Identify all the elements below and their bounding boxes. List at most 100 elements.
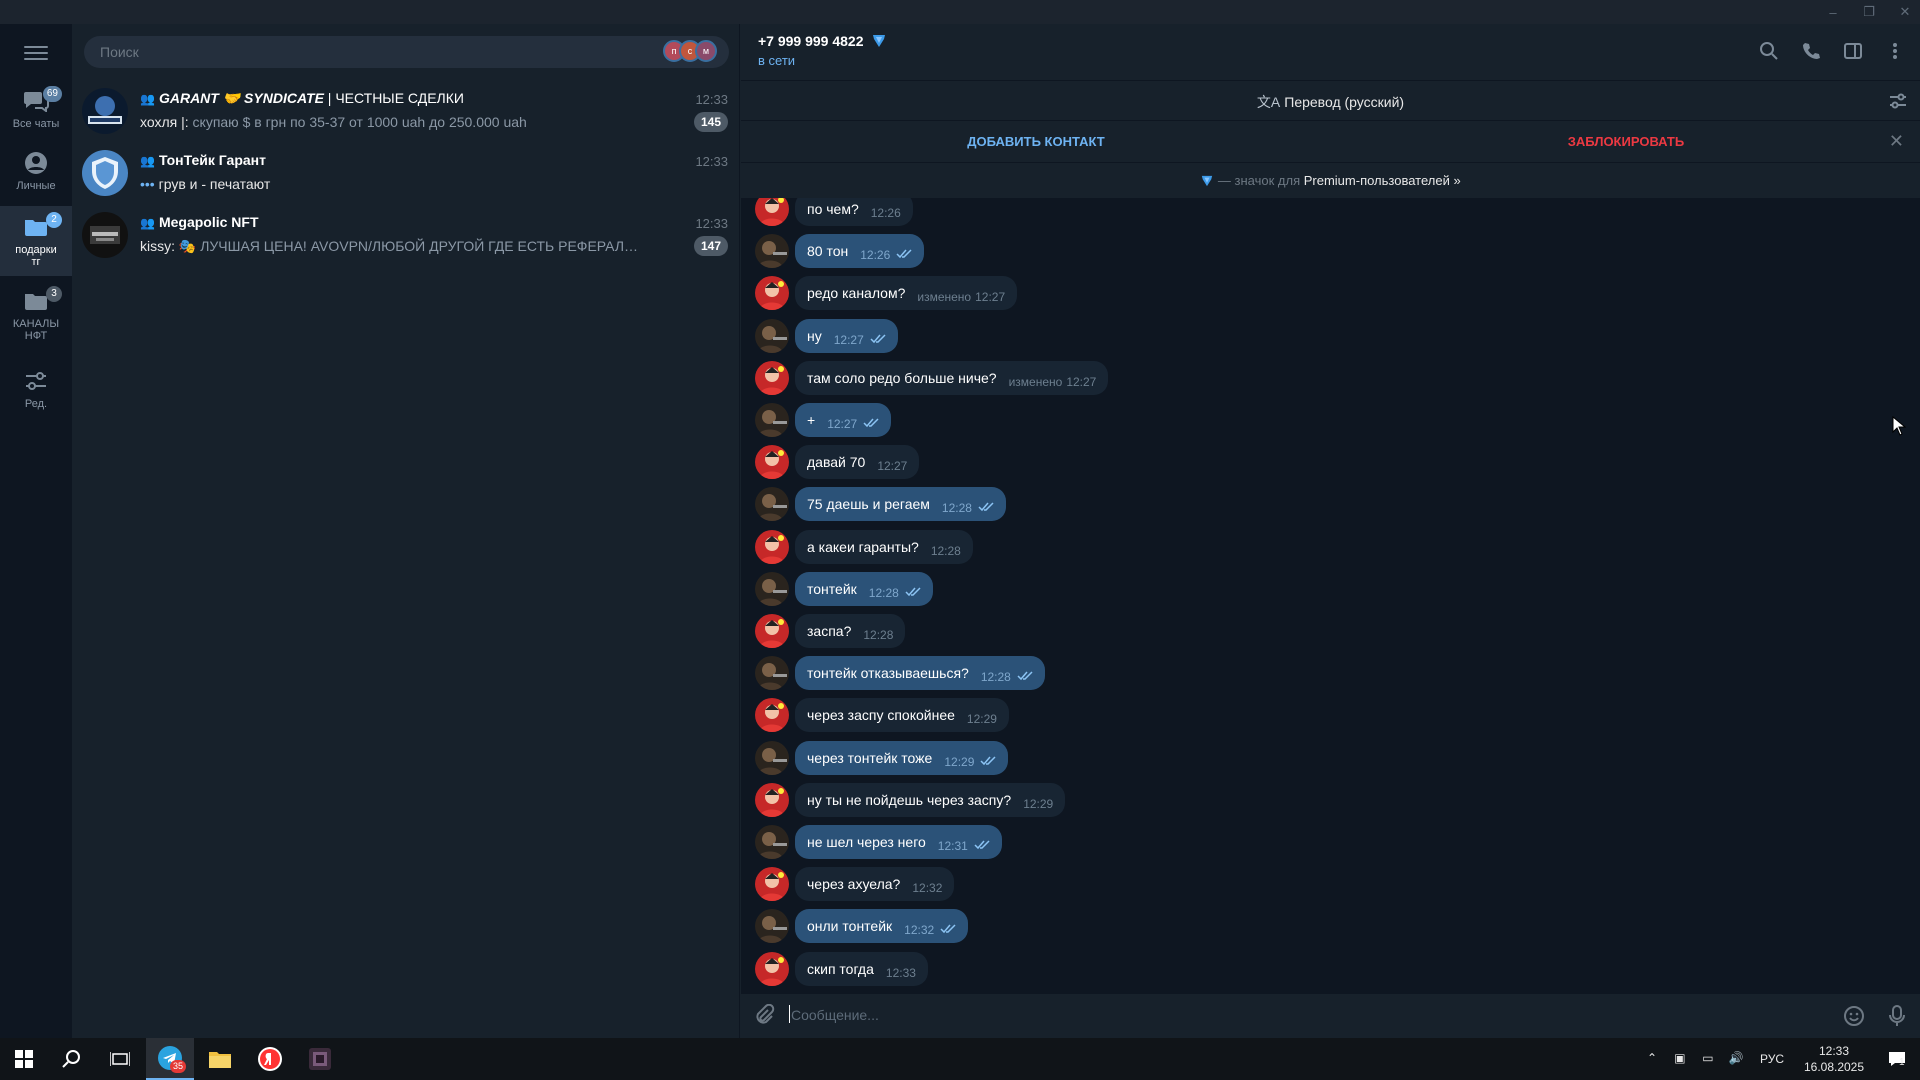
- translate-settings-icon[interactable]: [1888, 91, 1908, 111]
- folder-nft-channels[interactable]: 3 КАНАЛЫ НФТ: [0, 282, 72, 352]
- add-contact-button[interactable]: ДОБАВИТЬ КОНТАКТ: [741, 134, 1331, 149]
- attach-icon[interactable]: [753, 1003, 775, 1026]
- peer-avatar[interactable]: [755, 198, 789, 226]
- meet-now-icon[interactable]: ▣: [1669, 1051, 1691, 1067]
- microphone-icon[interactable]: [1886, 1004, 1908, 1028]
- chat-avatar: [82, 88, 128, 134]
- message-bubble[interactable]: через заспу спокойнее 12:29: [795, 698, 1009, 733]
- message-bubble[interactable]: а какеи гаранты? 12:28: [795, 529, 973, 564]
- message-text: там соло редо больше ниче?: [807, 369, 997, 386]
- message-bubble[interactable]: через тонтейк тоже 12:29: [795, 740, 1009, 775]
- peer-avatar[interactable]: [755, 698, 789, 733]
- message-bubble[interactable]: +12:27: [795, 403, 892, 437]
- read-checkmarks-icon: [863, 417, 879, 431]
- own-avatar[interactable]: [755, 656, 789, 691]
- message-time: 12:32: [904, 923, 935, 938]
- search-icon[interactable]: [1758, 40, 1780, 62]
- peer-avatar[interactable]: [755, 782, 789, 817]
- folder-edit[interactable]: Ред.: [0, 364, 72, 414]
- clock[interactable]: 12:33 16.08.2025: [1794, 1043, 1874, 1075]
- peer-avatar[interactable]: [755, 445, 789, 480]
- message-bubble[interactable]: по чем? 12:26: [795, 198, 913, 226]
- system-tray: ⌃ ▣ ▭ 🔊 РУС 12:33 16.08.2025 1: [1638, 1038, 1920, 1080]
- emoji-icon[interactable]: [1842, 1004, 1866, 1028]
- translate-button[interactable]: 文A Перевод (русский): [741, 92, 1920, 112]
- phone-icon[interactable]: [1800, 40, 1822, 62]
- message-bubble[interactable]: заспа? 12:28: [795, 614, 906, 648]
- message-bubble[interactable]: скип тогда 12:33: [795, 951, 928, 986]
- message-bubble[interactable]: ну 12:27: [795, 318, 898, 353]
- chevron-up-icon[interactable]: ⌃: [1641, 1051, 1663, 1067]
- message-bubble[interactable]: 75 даешь и регаем 12:28: [795, 487, 1006, 522]
- start-button[interactable]: [0, 1038, 48, 1080]
- minimize-button[interactable]: –: [1826, 5, 1840, 20]
- message-bubble[interactable]: через ахуела? 12:32: [795, 867, 955, 902]
- chat-time: 12:33: [695, 92, 728, 107]
- story-avatar[interactable]: м: [695, 40, 717, 62]
- taskbar-search-button[interactable]: [48, 1038, 96, 1080]
- premium-link[interactable]: Premium-пользователей »: [1304, 173, 1461, 188]
- task-view-icon: [110, 1052, 130, 1066]
- message-bubble[interactable]: онли тонтейк 12:32: [795, 909, 969, 944]
- more-vertical-icon[interactable]: [1884, 40, 1906, 62]
- maximize-button[interactable]: ❐: [1862, 4, 1876, 20]
- message-input[interactable]: Сообщение...: [791, 1007, 879, 1023]
- message-bubble[interactable]: ну ты не пойдешь через заспу? 12:29: [795, 782, 1066, 817]
- message-bubble[interactable]: не шел через него 12:31: [795, 825, 1002, 859]
- taskbar-telegram[interactable]: 35: [146, 1038, 194, 1080]
- sidebar-toggle-icon[interactable]: [1842, 40, 1864, 62]
- taskbar-explorer[interactable]: [196, 1038, 244, 1080]
- message-bubble[interactable]: там соло редо больше ниче? изменено 12:27: [795, 360, 1109, 395]
- preview-sender: хохля |:: [140, 114, 189, 130]
- taskbar-game-app[interactable]: [296, 1038, 344, 1080]
- close-icon[interactable]: ✕: [1889, 131, 1904, 152]
- read-checkmarks-icon: [974, 839, 990, 853]
- folder-all-chats[interactable]: 69 Все чаты: [0, 82, 72, 138]
- peer-avatar[interactable]: [755, 867, 789, 902]
- volume-icon[interactable]: 🔊: [1725, 1051, 1747, 1067]
- message-list[interactable]: по чем? 12:26 80 тон 12:26 редо каналом? изме…: [741, 198, 1920, 988]
- own-avatar[interactable]: [755, 318, 789, 353]
- chat-item[interactable]: 👥 Megapolic NFT 12:33 kissy: 🎭 ЛУЧШАЯ ЦЕН…: [72, 206, 740, 268]
- peer-avatar[interactable]: [755, 529, 789, 564]
- chat-title: 👥 GARANT 🤝 SYNDICATE | ЧЕСТНЫЕ СДЕЛКИ: [140, 90, 464, 107]
- own-avatar[interactable]: [755, 571, 789, 606]
- folder-personal[interactable]: Личные: [0, 144, 72, 200]
- own-avatar[interactable]: [755, 825, 789, 859]
- message-bubble[interactable]: тонтейк отказываешься? 12:28: [795, 656, 1045, 691]
- own-avatar[interactable]: [755, 740, 789, 775]
- input-language[interactable]: РУС: [1760, 1052, 1784, 1066]
- chat-item[interactable]: 👥 GARANT 🤝 SYNDICATE | ЧЕСТНЫЕ СДЕЛКИ 12:…: [72, 82, 740, 144]
- peer-avatar[interactable]: [755, 951, 789, 986]
- yandex-browser-icon: [258, 1047, 282, 1071]
- message-meta: 12:27: [877, 459, 907, 473]
- block-button[interactable]: ЗАБЛОКИРОВАТЬ: [1331, 134, 1920, 149]
- message-time: 12:27: [827, 417, 858, 431]
- own-avatar[interactable]: [755, 909, 789, 944]
- network-icon[interactable]: ▭: [1697, 1051, 1719, 1067]
- taskbar-yandex-browser[interactable]: [246, 1038, 294, 1080]
- read-checkmarks-icon: [978, 501, 994, 515]
- search-input[interactable]: Поиск п с м: [84, 36, 729, 68]
- own-avatar[interactable]: [755, 487, 789, 522]
- peer-avatar[interactable]: [755, 276, 789, 311]
- notification-center-icon[interactable]: 1: [1877, 1051, 1917, 1068]
- message-time: 12:26: [860, 248, 891, 263]
- peer-avatar[interactable]: [755, 614, 789, 648]
- close-window-button[interactable]: ✕: [1898, 4, 1912, 20]
- message-time: 12:32: [912, 881, 943, 896]
- task-view-button[interactable]: [96, 1038, 144, 1080]
- chat-header[interactable]: +7 999 999 4822 в сети: [741, 24, 1920, 80]
- chat-item[interactable]: 👥 ТонТейк Гарант 12:33 ••• грув и - печат…: [72, 144, 740, 206]
- message-bubble[interactable]: тонтейк 12:28: [795, 571, 933, 606]
- message-bubble[interactable]: давай 70 12:27: [795, 445, 920, 480]
- own-avatar[interactable]: [755, 403, 789, 437]
- own-avatar[interactable]: [755, 234, 789, 269]
- contact-action-bar: ДОБАВИТЬ КОНТАКТ ЗАБЛОКИРОВАТЬ ✕: [741, 120, 1920, 162]
- peer-avatar[interactable]: [755, 360, 789, 395]
- stories-strip[interactable]: п с м: [663, 40, 723, 64]
- message-bubble[interactable]: 80 тон 12:26: [795, 234, 925, 269]
- message-bubble[interactable]: редо каналом? изменено 12:27: [795, 276, 1018, 311]
- main-menu-button[interactable]: [24, 42, 48, 62]
- folder-gifts[interactable]: 2 подарки тг: [0, 206, 72, 276]
